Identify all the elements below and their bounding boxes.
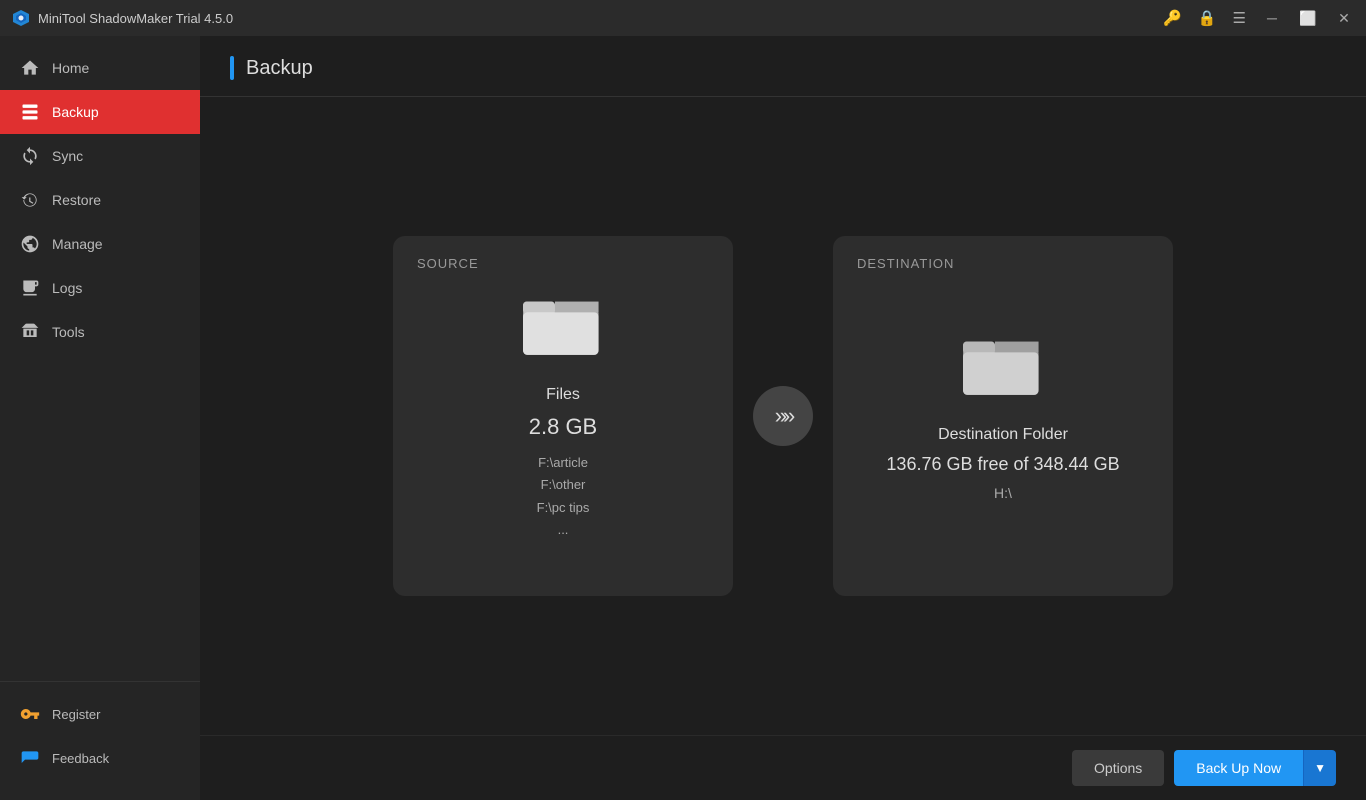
source-name: Files	[546, 386, 580, 404]
main-content: Backup SOURCE	[200, 36, 1366, 800]
page-title: Backup	[246, 57, 313, 80]
title-bar: MiniTool ShadowMaker Trial 4.5.0 🔑 🔒 ☰ ─…	[0, 0, 1366, 36]
sync-icon	[20, 146, 40, 166]
backup-now-dropdown[interactable]: ▼	[1303, 750, 1336, 786]
destination-name: Destination Folder	[938, 426, 1068, 444]
restore-icon	[20, 190, 40, 210]
options-button[interactable]: Options	[1072, 750, 1164, 786]
sidebar: Home Backup Sync	[0, 36, 200, 800]
sidebar-item-sync[interactable]: Sync	[0, 134, 200, 178]
destination-folder-icon	[963, 331, 1043, 406]
app-body: Home Backup Sync	[0, 36, 1366, 800]
logs-icon	[20, 278, 40, 298]
key-icon[interactable]: 🔑	[1163, 9, 1182, 27]
bottom-bar: Options Back Up Now ▼	[200, 735, 1366, 800]
destination-free: 136.76 GB free of 348.44 GB	[886, 454, 1119, 475]
arrow-button[interactable]: »»	[753, 386, 813, 446]
backup-now-button[interactable]: Back Up Now	[1174, 750, 1303, 786]
app-title: MiniTool ShadowMaker Trial 4.5.0	[12, 9, 233, 27]
sidebar-item-manage[interactable]: Manage	[0, 222, 200, 266]
source-folder-icon	[523, 291, 603, 366]
sidebar-item-home[interactable]: Home	[0, 46, 200, 90]
source-paths: F:\article F:\other F:\pc tips ...	[537, 452, 590, 540]
sidebar-item-feedback[interactable]: Feedback	[0, 736, 200, 780]
title-bar-controls: 🔑 🔒 ☰ ─ ⬜ ✕	[1163, 8, 1354, 28]
minimize-button[interactable]: ─	[1262, 8, 1282, 28]
feedback-icon	[20, 748, 40, 768]
manage-icon	[20, 234, 40, 254]
lock-icon[interactable]: 🔒	[1198, 9, 1217, 27]
menu-icon[interactable]: ☰	[1233, 9, 1246, 27]
sidebar-item-logs[interactable]: Logs	[0, 266, 200, 310]
page-header: Backup	[200, 36, 1366, 97]
app-logo-icon	[12, 9, 30, 27]
header-accent	[230, 56, 234, 80]
register-icon	[20, 704, 40, 724]
source-label: SOURCE	[417, 256, 479, 271]
backup-area: SOURCE Files 2.8 GB F	[200, 97, 1366, 735]
destination-drive: H:\	[994, 485, 1012, 501]
close-button[interactable]: ✕	[1334, 8, 1354, 28]
sidebar-item-register[interactable]: Register	[0, 692, 200, 736]
source-card[interactable]: SOURCE Files 2.8 GB F	[393, 236, 733, 596]
sidebar-nav: Home Backup Sync	[0, 36, 200, 681]
tools-icon	[20, 322, 40, 342]
arrow-icon: »»	[775, 403, 791, 429]
destination-card[interactable]: DESTINATION Destination Folder 136.76 GB…	[833, 236, 1173, 596]
destination-label: DESTINATION	[857, 256, 954, 271]
sidebar-item-tools[interactable]: Tools	[0, 310, 200, 354]
sidebar-item-backup[interactable]: Backup	[0, 90, 200, 134]
chevron-down-icon: ▼	[1314, 761, 1326, 775]
sidebar-bottom: Register Feedback	[0, 681, 200, 800]
home-icon	[20, 58, 40, 78]
sidebar-item-restore[interactable]: Restore	[0, 178, 200, 222]
backup-now-group: Back Up Now ▼	[1174, 750, 1336, 786]
maximize-button[interactable]: ⬜	[1298, 8, 1318, 28]
source-size: 2.8 GB	[529, 414, 597, 440]
backup-icon	[20, 102, 40, 122]
